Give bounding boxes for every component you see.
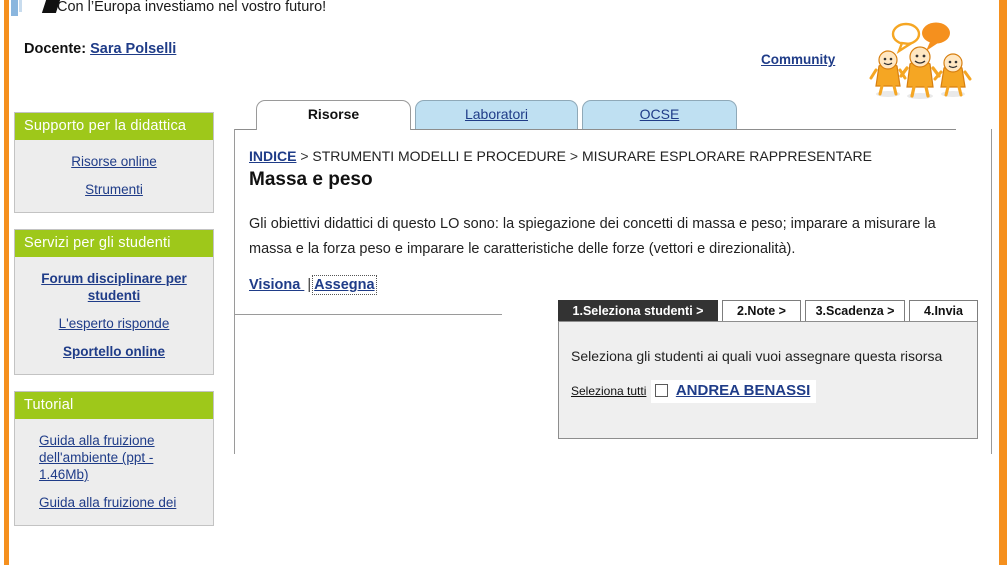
tab-risorse-label: Risorse	[307, 106, 360, 122]
wizard-step-invia[interactable]: 4.Invia	[909, 300, 978, 322]
wizard-instruction-text: Seleziona gli studenti ai quali vuoi ass…	[571, 348, 943, 364]
assegna-link[interactable]: Assegna	[312, 275, 377, 295]
top-left-blue-marker-secondary	[19, 0, 22, 12]
sidebar-box-servizi-links: Forum disciplinare per studenti L'espert…	[15, 257, 213, 374]
student-checkbox[interactable]	[654, 384, 668, 398]
sidebar-item-forum-disciplinare[interactable]: Forum disciplinare per studenti	[29, 270, 199, 304]
wizard-step-scadenza[interactable]: 3.Scadenza >	[805, 300, 905, 322]
wizard-step-note[interactable]: 2.Note >	[722, 300, 801, 322]
student-name-link[interactable]: ANDREA BENASSI	[676, 382, 810, 399]
select-all-link[interactable]: Seleziona tutti	[571, 384, 646, 398]
sidebar-box-servizi: Servizi per gli studenti Forum disciplin…	[14, 229, 214, 375]
sidebar: Supporto per la didattica Risorse online…	[14, 112, 214, 542]
breadcrumb: INDICE > STRUMENTI MODELLI E PROCEDURE >…	[249, 148, 872, 164]
teacher-row: Docente: Sara Polselli	[24, 41, 176, 57]
sidebar-item-guida-fruizione-dei[interactable]: Guida alla fruizione dei	[39, 494, 189, 511]
sidebar-box-tutorial-links: Guida alla fruizione dell'ambiente (ppt …	[15, 419, 213, 525]
left-orange-frame-bar	[4, 0, 9, 565]
student-list-item[interactable]: ANDREA BENASSI	[650, 380, 817, 403]
visiona-link[interactable]: Visiona	[249, 277, 304, 293]
sidebar-item-sportello-online[interactable]: Sportello online	[29, 343, 199, 360]
sidebar-item-risorse-online[interactable]: Risorse online	[29, 153, 199, 170]
sidebar-box-supporto-links: Risorse online Strumenti	[15, 140, 213, 212]
breadcrumb-level-2: MISURARE ESPLORARE RAPPRESENTARE	[581, 148, 872, 164]
teacher-name-link[interactable]: Sara Polselli	[90, 41, 176, 57]
sidebar-item-guida-ambiente[interactable]: Guida alla fruizione dell'ambiente (ppt …	[39, 432, 189, 483]
eu-slogan-text: Con l’Europa investiamo nel vostro futur…	[57, 0, 327, 15]
sidebar-item-esperto-risponde[interactable]: L'esperto risponde	[29, 315, 199, 332]
sidebar-item-strumenti[interactable]: Strumenti	[29, 181, 199, 198]
breadcrumb-indice-link[interactable]: INDICE	[249, 148, 296, 164]
sidebar-box-servizi-title: Servizi per gli studenti	[15, 230, 213, 257]
sidebar-box-tutorial-title: Tutorial	[15, 392, 213, 419]
resource-description: Gli obiettivi didattici di questo LO son…	[249, 216, 936, 257]
community-mascot-illustration	[869, 22, 972, 99]
tab-risorse[interactable]: Risorse	[256, 100, 411, 130]
assign-wizard-steps: 1.Seleziona studenti > 2.Note > 3.Scaden…	[558, 300, 978, 322]
wizard-step-seleziona-studenti[interactable]: 1.Seleziona studenti >	[558, 300, 718, 322]
top-left-blue-marker	[11, 0, 18, 16]
tab-laboratori-label: Laboratori	[464, 106, 529, 122]
page-title: Massa e peso	[249, 169, 373, 190]
tab-ocse-label: OCSE	[639, 106, 680, 122]
assign-wizard-body: Seleziona gli studenti ai quali vuoi ass…	[558, 321, 978, 439]
right-orange-frame-bar	[999, 0, 1007, 565]
tab-ocse[interactable]: OCSE	[582, 100, 737, 129]
sidebar-box-tutorial: Tutorial Guida alla fruizione dell'ambie…	[14, 391, 214, 526]
breadcrumb-level-1: STRUMENTI MODELLI E PROCEDURE	[312, 148, 567, 164]
sidebar-box-supporto-title: Supporto per la didattica	[15, 113, 213, 140]
resource-actions: Visiona | Assegna	[249, 275, 377, 295]
assign-wizard: 1.Seleziona studenti > 2.Note > 3.Scaden…	[558, 300, 978, 439]
teacher-label: Docente:	[24, 41, 87, 57]
sidebar-box-supporto: Supporto per la didattica Risorse online…	[14, 112, 214, 213]
breadcrumb-separator-2: >	[566, 148, 582, 164]
breadcrumb-separator-1: >	[296, 148, 313, 164]
tab-laboratori[interactable]: Laboratori	[415, 100, 578, 129]
community-link[interactable]: Community	[761, 52, 835, 67]
main-tab-bar: Risorse Laboratori OCSE	[234, 100, 956, 130]
action-separator: |	[307, 277, 312, 293]
